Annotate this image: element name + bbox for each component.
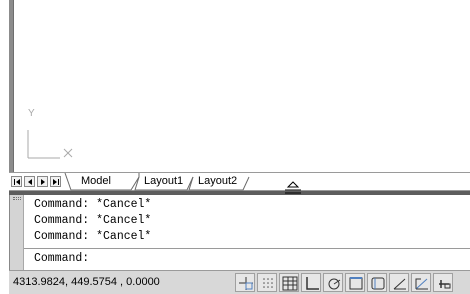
- ducs-icon: [371, 277, 385, 290]
- dynamic-input-button[interactable]: [389, 273, 409, 292]
- dyn-icon: [393, 278, 406, 290]
- polar-icon: [306, 277, 319, 290]
- grid-display-button[interactable]: [257, 273, 277, 292]
- lwt-icon: [415, 278, 428, 290]
- tab-layout1[interactable]: Layout1: [144, 175, 183, 187]
- polar-tracking-button[interactable]: [301, 273, 321, 292]
- command-history-line: Command: *Cancel*: [34, 198, 152, 211]
- ortho-icon: [282, 276, 298, 291]
- object-tracking-button[interactable]: [345, 273, 365, 292]
- ortho-mode-button[interactable]: [279, 273, 299, 292]
- command-history-line: Command: *Cancel*: [34, 230, 152, 243]
- snap-mode-button[interactable]: [235, 273, 255, 292]
- coordinates-display[interactable]: 4313.9824, 449.5754 , 0.0000: [13, 276, 160, 288]
- lineweight-button[interactable]: [411, 273, 431, 292]
- object-snap-button[interactable]: [323, 273, 343, 292]
- tab-model[interactable]: Model: [81, 175, 111, 187]
- qp-icon: [439, 280, 451, 289]
- command-separator: [24, 248, 470, 249]
- status-bar: 4313.9824, 449.5754 , 0.0000: [9, 270, 470, 294]
- command-window: Command: *Cancel* Command: *Cancel* Comm…: [9, 195, 470, 270]
- ucs-y-label: Y: [28, 108, 35, 119]
- snap-icon: [239, 277, 253, 290]
- tab-layout2[interactable]: Layout2: [198, 175, 237, 187]
- grid-icon: [263, 278, 273, 288]
- command-history-line: Command: *Cancel*: [34, 214, 152, 227]
- layout-tabs-bar: Model Layout1 Layout2: [9, 172, 470, 191]
- quick-properties-button[interactable]: [433, 273, 453, 292]
- osnap-icon: [328, 278, 341, 290]
- command-prompt-input[interactable]: Command:: [34, 252, 89, 265]
- grip-dots: [13, 197, 21, 200]
- command-window-grip[interactable]: [10, 195, 24, 270]
- otrack-icon: [349, 277, 363, 290]
- dynamic-ucs-button[interactable]: [367, 273, 387, 292]
